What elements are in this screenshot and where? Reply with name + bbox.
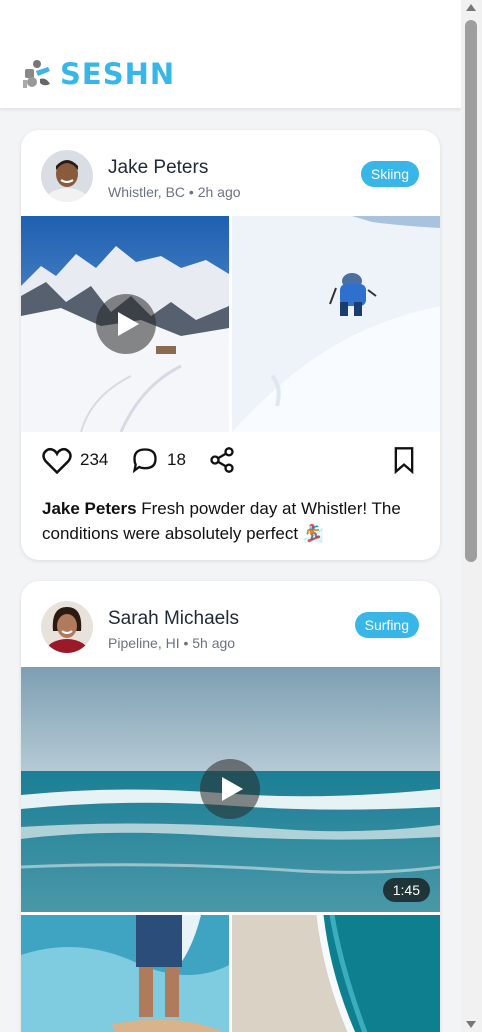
sport-badge[interactable]: Skiing — [360, 161, 419, 187]
comment-icon — [132, 448, 157, 474]
video-duration: 1:45 — [382, 878, 430, 902]
heart-icon — [42, 447, 72, 474]
post-header: Sarah Michaels Pipeline, HI • 5h ago Sur… — [21, 581, 440, 667]
like-count: 234 — [80, 450, 109, 469]
post-card: Sarah Michaels Pipeline, HI • 5h ago Sur… — [21, 581, 440, 1032]
post-location-time: Pipeline, HI • 5h ago — [108, 635, 236, 651]
bookmark-icon — [394, 447, 414, 474]
post-media — [21, 216, 440, 432]
comment-count: 18 — [167, 450, 186, 469]
media-image[interactable] — [232, 216, 440, 432]
scroll-down-icon[interactable] — [466, 1021, 476, 1028]
post-location-time: Whistler, BC • 2h ago — [108, 184, 241, 200]
like-button[interactable]: 234 — [42, 446, 108, 474]
play-icon — [118, 312, 139, 336]
bookmark-button[interactable] — [391, 446, 417, 474]
scroll-up-icon[interactable] — [466, 4, 476, 11]
share-icon — [210, 447, 234, 473]
post-header: Jake Peters Whistler, BC • 2h ago Skiing — [21, 130, 440, 216]
play-button[interactable] — [200, 759, 260, 819]
avatar[interactable] — [41, 150, 93, 202]
page-scrollbar[interactable] — [461, 0, 482, 1032]
media-video-thumbnail[interactable] — [21, 216, 229, 432]
media-image[interactable] — [21, 915, 229, 1032]
user-name[interactable]: Jake Peters — [108, 157, 208, 179]
post-media: 1:45 — [21, 667, 440, 1032]
post-actions: 234 18 — [21, 432, 440, 492]
post-card: Jake Peters Whistler, BC • 2h ago Skiing — [21, 130, 440, 560]
play-button[interactable] — [96, 294, 156, 354]
app-name: SESHN — [60, 56, 176, 91]
app-logo[interactable]: SESHN — [20, 57, 175, 91]
logo-icon — [23, 60, 50, 88]
post-feed: Jake Peters Whistler, BC • 2h ago Skiing — [0, 108, 461, 1032]
media-image[interactable] — [232, 915, 440, 1032]
app-header: SESHN — [0, 0, 461, 109]
comment-button[interactable]: 18 — [131, 446, 186, 474]
scroll-thumb[interactable] — [465, 20, 477, 562]
post-caption: Jake Peters Fresh powder day at Whistler… — [42, 496, 422, 546]
caption-user[interactable]: Jake Peters — [42, 499, 137, 518]
user-name[interactable]: Sarah Michaels — [108, 608, 239, 630]
play-icon — [222, 777, 243, 801]
avatar[interactable] — [41, 601, 93, 653]
share-button[interactable] — [208, 446, 236, 474]
sport-badge[interactable]: Surfing — [354, 612, 419, 638]
media-video-thumbnail[interactable]: 1:45 — [21, 667, 440, 912]
